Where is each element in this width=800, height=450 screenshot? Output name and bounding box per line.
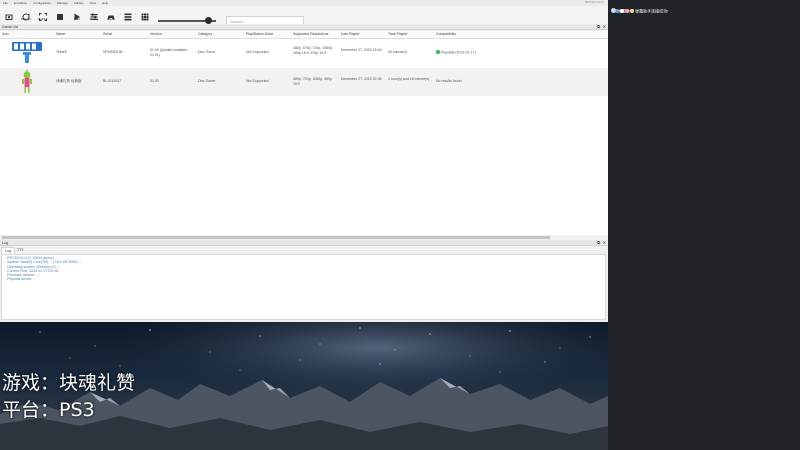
menu-help[interactable]: Help xyxy=(99,0,111,5)
menu-emulation[interactable]: Emulation xyxy=(11,0,30,5)
game-last-played: December 27, 2023 22:28 xyxy=(341,77,382,81)
game-move-support: Not Supported xyxy=(246,79,269,83)
column-header[interactable]: Icon xyxy=(2,31,9,38)
column-header[interactable]: Version xyxy=(150,31,162,38)
log-line: · Physical device: ... xyxy=(5,277,37,282)
compat-status-dot xyxy=(436,50,440,54)
game-version: 01.00 xyxy=(150,79,159,83)
game-compatibility: No results found xyxy=(436,79,462,83)
gamepad-icon xyxy=(107,8,115,20)
scrollbar-thumb[interactable] xyxy=(2,236,550,239)
table-row[interactable]: 块魂礼赞 经典版 BLJS10047 01.00 Disc Game Not S… xyxy=(0,68,608,96)
game-category: Disc Game xyxy=(198,50,216,54)
game-resolutions: 480p, 720p, 1080p, 480p 16:9 xyxy=(293,77,332,86)
column-header[interactable]: Serial xyxy=(103,31,112,38)
notification-text: 弹幕助手 弹幕助手连接成功! xyxy=(618,8,669,14)
float-panel-icon[interactable]: ⧉ xyxy=(597,24,600,30)
icon-size-slider-handle[interactable] xyxy=(204,17,212,24)
close-panel-icon[interactable]: ✕ xyxy=(603,240,606,246)
start-button[interactable]: Start xyxy=(70,7,84,23)
game-name: Tetris® xyxy=(56,50,67,54)
stream-background: 游戏：块魂礼赞 平台：PS3 xyxy=(0,322,608,450)
open-button[interactable]: Open xyxy=(2,7,16,23)
menu-manage[interactable]: Manage xyxy=(54,0,71,5)
menu-file[interactable]: File xyxy=(0,0,11,5)
column-header[interactable]: PlayStation Move xyxy=(246,31,273,38)
float-panel-icon[interactable]: ⧉ xyxy=(597,240,600,246)
game-resolutions: 480p, 576p, 720p, 1080p, 480p 16:9, 576p… xyxy=(293,46,333,55)
overlay-game-label: 游戏：块魂礼赞 xyxy=(2,372,136,394)
play-icon xyxy=(73,8,81,21)
column-header[interactable]: Name xyxy=(56,31,65,38)
list-icon xyxy=(124,8,132,21)
game-list-title-bar: Game List ⧉ ✕ xyxy=(0,24,608,30)
table-header: Icon Name Serial Version Category PlaySt… xyxy=(0,31,608,39)
compat-label: Playable (2019-01-17) xyxy=(441,50,476,55)
game-category: Disc Game xyxy=(198,79,216,83)
column-header[interactable]: Category xyxy=(198,31,212,38)
log-tabs: Log TTY xyxy=(0,247,608,254)
status-icon xyxy=(611,8,616,13)
fullscreen-button[interactable]: FullScr xyxy=(36,7,50,23)
log-title: Log xyxy=(2,241,8,245)
overlay-platform-label: 平台：PS3 xyxy=(2,399,95,421)
list-view-button[interactable]: List xyxy=(121,7,135,23)
tab-tty[interactable]: TTY xyxy=(14,247,27,253)
log-title-bar: Log ⧉ ✕ xyxy=(0,240,608,246)
menu-view[interactable]: View xyxy=(87,0,99,5)
game-last-played: December 27, 2023 15:40 xyxy=(341,48,382,52)
open-icon xyxy=(5,8,13,20)
column-header[interactable]: Last Played xyxy=(341,31,359,38)
stop-icon xyxy=(56,8,64,20)
pads-button[interactable]: Pads xyxy=(104,7,118,23)
log-output[interactable]: · RPCS3 v0.0.27-15544 Alpha | ... · Syst… xyxy=(1,254,606,320)
column-header[interactable]: Time Played xyxy=(388,31,407,38)
stop-button[interactable]: Stop xyxy=(53,7,67,23)
tab-log[interactable]: Log xyxy=(1,247,15,254)
game-serial: NPUB30136 xyxy=(103,50,123,54)
rpcs3-window: File Emulation Configuration Manage Utilitie… xyxy=(0,0,608,322)
game-serial: BLJS10047 xyxy=(103,79,122,83)
menu-configuration[interactable]: Configuration xyxy=(30,0,54,5)
close-panel-icon[interactable]: ✕ xyxy=(603,24,606,30)
grid-view-button[interactable]: Grid xyxy=(138,7,152,23)
chat-sidebar xyxy=(610,0,800,450)
grid-icon xyxy=(141,8,149,21)
game-name: 块魂礼赞 经典版 xyxy=(56,79,82,83)
game-move-support: Not Supported xyxy=(246,50,269,54)
column-header[interactable]: Supported Resolutions xyxy=(293,31,328,38)
danmaku-notification: 弹幕助手 弹幕助手连接成功! xyxy=(611,8,668,15)
refresh-icon xyxy=(22,8,30,21)
game-version: 01.00 (Update available: 01.01) xyxy=(150,48,188,57)
window-title: RPCS3 0.0.27 xyxy=(584,0,604,4)
menu-utilities[interactable]: Utilities xyxy=(71,0,87,5)
refresh-button[interactable]: Refresh xyxy=(19,7,33,23)
log-panel: Log TTY · RPCS3 v0.0.27-15544 Alpha | ..… xyxy=(0,247,608,322)
config-button[interactable]: Config xyxy=(87,7,101,23)
game-list-table: Icon Name Serial Version Category PlaySt… xyxy=(0,31,608,235)
game-list-title: Game List xyxy=(2,25,18,29)
game-time-played: 1 hour(s) and 16 minute(s) xyxy=(388,77,430,81)
fullscreen-icon xyxy=(39,8,47,21)
game-cover xyxy=(10,40,44,66)
sidebar-toolbar-icons xyxy=(614,1,634,13)
table-row[interactable]: Tetris® NPUB30136 01.00 (Update availabl… xyxy=(0,39,608,67)
column-header[interactable]: Compatibility xyxy=(436,31,456,38)
toolbar: Open Refresh FullScr Stop Start xyxy=(0,6,608,25)
game-cover xyxy=(10,69,44,95)
game-compatibility: Playable (2019-01-17) xyxy=(436,50,476,55)
game-time-played: 40 minute(s) xyxy=(388,50,408,54)
config-icon xyxy=(90,8,98,20)
